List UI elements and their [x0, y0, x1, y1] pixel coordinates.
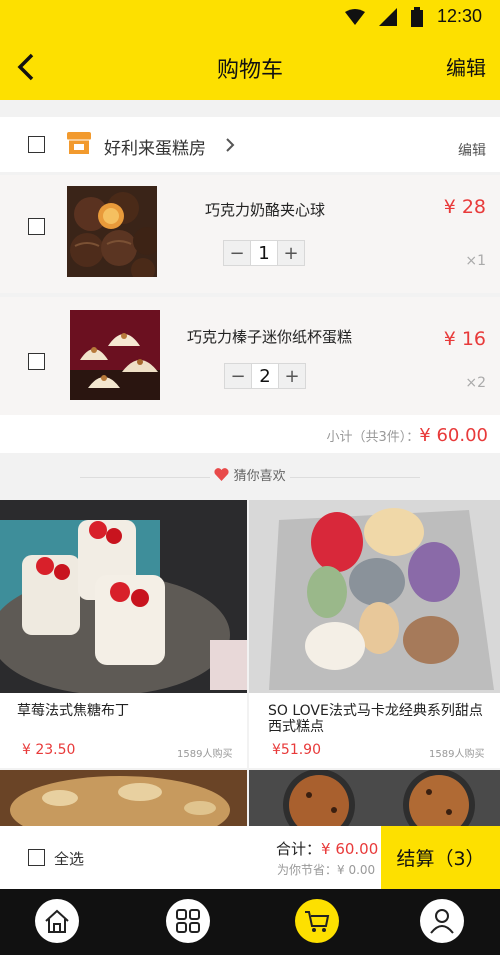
- chevron-right-icon[interactable]: [224, 137, 236, 157]
- page-title: 购物车: [216, 58, 283, 83]
- quantity-input[interactable]: 2: [251, 364, 279, 388]
- item-name: 巧克力榛子迷你纸杯蛋糕: [187, 328, 353, 346]
- total-amount: ¥ 60.00: [321, 840, 379, 858]
- decrement-button[interactable]: −: [225, 364, 251, 388]
- status-bar: 12:30: [344, 6, 482, 27]
- subtotal: 小计（共3件）：¥ 60.00: [327, 425, 489, 446]
- item-name: 巧克力奶酪夹心球: [205, 201, 326, 219]
- increment-button[interactable]: +: [279, 364, 305, 388]
- recommend-label: 猜你喜欢: [233, 469, 286, 484]
- quantity-stepper: − 1 +: [223, 240, 305, 266]
- tab-categories[interactable]: [166, 899, 210, 943]
- quantity-stepper: − 2 +: [224, 363, 306, 389]
- item-quantity-label: ×2: [465, 375, 486, 391]
- store-edit-button[interactable]: 编辑: [458, 140, 486, 160]
- grid-icon: [176, 909, 200, 933]
- user-icon: [430, 909, 454, 934]
- product-name[interactable]: 草莓法式焦糖布丁: [17, 703, 237, 719]
- subtotal-amount: ¥ 60.00: [419, 425, 488, 446]
- item-checkbox[interactable]: [28, 353, 45, 370]
- item-price: ¥ 16: [443, 328, 486, 350]
- product-image-strawberry-pudding[interactable]: [0, 500, 247, 695]
- item-quantity-label: ×1: [465, 253, 486, 269]
- recommend-heading: 猜你喜欢: [0, 465, 500, 484]
- edit-button[interactable]: 编辑: [446, 52, 486, 81]
- quantity-input[interactable]: 1: [250, 241, 278, 265]
- product-image-macarons[interactable]: [249, 500, 500, 693]
- home-icon: [45, 909, 69, 933]
- status-time: 12:30: [436, 6, 482, 26]
- cart-icon: [305, 911, 330, 932]
- select-all-checkbox[interactable]: [28, 849, 45, 866]
- subtotal-label: 小计（共3件）：: [326, 430, 420, 445]
- battery-icon: [410, 6, 423, 27]
- item-price: ¥ 28: [443, 196, 486, 218]
- select-all-label[interactable]: 全选: [54, 848, 84, 869]
- decrement-button[interactable]: −: [224, 241, 250, 265]
- product-price: ¥ 23.50: [22, 742, 76, 758]
- product-image-cupcakes[interactable]: [70, 310, 160, 400]
- product-price: ¥51.90: [272, 742, 321, 758]
- store-checkbox[interactable]: [28, 136, 45, 153]
- product-image-almond-pastry[interactable]: [0, 770, 247, 844]
- tab-cart[interactable]: [295, 899, 339, 943]
- saved-amount: 为你节省：¥ 0.00: [277, 863, 376, 877]
- increment-button[interactable]: +: [278, 241, 304, 265]
- signal-icon: [378, 7, 397, 26]
- store-icon: [67, 132, 91, 158]
- product-sold-count: 1589人购买: [177, 749, 233, 760]
- tab-profile[interactable]: [420, 899, 464, 943]
- total-label: 合计：: [276, 840, 322, 858]
- product-name[interactable]: SO LOVE法式马卡龙经典系列甜点西式糕点: [268, 703, 490, 735]
- store-name[interactable]: 好利来蛋糕房: [104, 134, 206, 159]
- checkout-button[interactable]: 结算（3）: [381, 826, 500, 889]
- wifi-icon: [344, 8, 365, 25]
- tab-home[interactable]: [35, 899, 79, 943]
- product-image-chocolate-balls[interactable]: [67, 186, 161, 282]
- heart-icon: [214, 468, 229, 481]
- total: 合计：¥ 60.00: [276, 838, 378, 859]
- product-sold-count: 1589人购买: [429, 749, 485, 760]
- item-checkbox[interactable]: [28, 218, 45, 235]
- product-image-muffins[interactable]: [249, 769, 500, 841]
